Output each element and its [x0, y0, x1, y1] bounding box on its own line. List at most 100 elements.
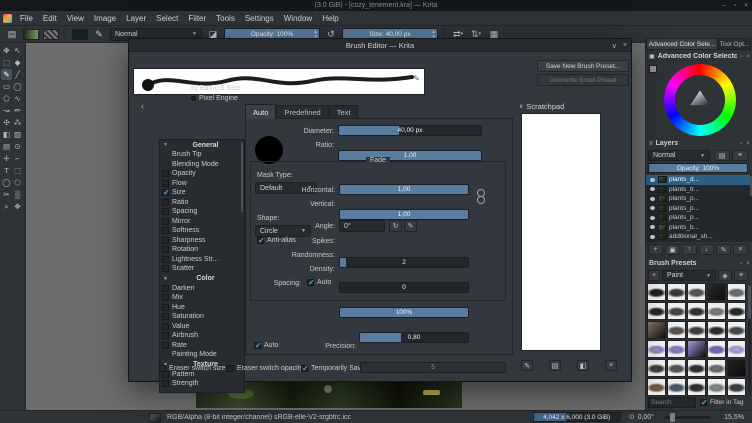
- layer-row[interactable]: plants_tr...: [646, 185, 750, 195]
- brush-preset-thumbnail[interactable]: [647, 302, 666, 320]
- rotation-icon[interactable]: ⊙: [629, 413, 635, 421]
- polygonal-selection-tool[interactable]: ⬡: [12, 177, 23, 188]
- save-new-preset-button[interactable]: Save New Brush Preset...: [537, 60, 629, 72]
- option-saturation[interactable]: Saturation: [160, 312, 244, 322]
- assistants-tool[interactable]: ✛: [1, 153, 12, 164]
- layer-options-icon[interactable]: ≡: [732, 150, 748, 161]
- visibility-icon[interactable]: [648, 195, 656, 203]
- option-mix[interactable]: Mix: [160, 293, 244, 303]
- option-strength[interactable]: Strength: [160, 379, 244, 389]
- option-checkbox[interactable]: [162, 265, 169, 273]
- gradient-tool[interactable]: ▨: [12, 129, 23, 140]
- checkbox-icon[interactable]: [301, 364, 309, 373]
- options-section-color[interactable]: ▼ Color: [160, 274, 244, 284]
- brush-preset-thumbnail[interactable]: [687, 321, 706, 339]
- chevron-down-icon[interactable]: ∨: [612, 42, 617, 50]
- gradient-swatch[interactable]: [23, 28, 39, 40]
- minimize-icon[interactable]: –: [722, 1, 726, 10]
- brush-preset-thumbnail[interactable]: [687, 359, 706, 377]
- maximize-icon[interactable]: ▫: [734, 1, 736, 10]
- visibility-icon[interactable]: [648, 223, 656, 231]
- option-checkbox[interactable]: [162, 170, 169, 178]
- brush-preset-thumbnail[interactable]: [647, 340, 666, 358]
- blend-mode-dropdown[interactable]: Normal ▼: [648, 150, 710, 161]
- ellipse-tool[interactable]: ◯: [12, 81, 23, 92]
- gradient-edit-tool[interactable]: ◆: [12, 57, 23, 68]
- move-tool[interactable]: ↖: [12, 45, 23, 56]
- brush-preset-thumbnail[interactable]: [707, 359, 726, 377]
- tab-advanced-color-selector[interactable]: Advanced Color Sele...: [646, 38, 718, 50]
- option-size[interactable]: Size: [160, 188, 244, 198]
- duplicate-layer-button[interactable]: ▣: [665, 244, 680, 255]
- antialias-checkbox[interactable]: Anti-alias: [257, 236, 296, 245]
- options-section-general[interactable]: ▼ General: [160, 140, 244, 150]
- brush-preset-thumbnail[interactable]: [667, 302, 686, 320]
- brush-icon[interactable]: ✎: [92, 28, 106, 41]
- brush-preset-thumbnail[interactable]: [727, 340, 746, 358]
- link-values-icon[interactable]: [475, 187, 485, 207]
- option-checkbox[interactable]: [162, 303, 169, 311]
- option-checkbox[interactable]: [162, 255, 169, 263]
- option-blending-mode[interactable]: Blending Mode: [160, 160, 244, 170]
- option-checkbox[interactable]: [162, 188, 170, 197]
- menu-file[interactable]: File: [15, 13, 38, 24]
- spacing-slider[interactable]: 0,80: [359, 332, 469, 343]
- text-tool[interactable]: T: [1, 165, 12, 176]
- foreground-color-swatch[interactable]: [72, 28, 88, 40]
- rotation-value[interactable]: 0,00°: [638, 414, 654, 421]
- checkbox-icon[interactable]: [254, 341, 262, 350]
- option-checkbox[interactable]: [162, 179, 169, 187]
- option-lightness-str[interactable]: Lightness Str...: [160, 255, 244, 265]
- tag-icon[interactable]: ◈: [718, 270, 732, 281]
- brush-preset-thumbnail[interactable]: [647, 283, 666, 301]
- menu-window[interactable]: Window: [279, 13, 317, 24]
- brush-preset-thumbnail[interactable]: [667, 359, 686, 377]
- eraser-switch-opacity-checkbox[interactable]: Eraser switch opacity: [227, 365, 303, 372]
- color-selector-header[interactable]: ▣ Advanced Color Selector ▫ ×: [646, 51, 752, 62]
- density-slider[interactable]: 100%: [339, 307, 469, 318]
- menu-filter[interactable]: Filter: [183, 13, 211, 24]
- brush-preset-thumbnail[interactable]: [687, 378, 706, 396]
- menu-tools[interactable]: Tools: [211, 13, 240, 24]
- option-checkbox[interactable]: [162, 198, 169, 206]
- zoom-slider[interactable]: [664, 412, 710, 422]
- scratchpad-header[interactable]: ∨ Scratchpad: [519, 102, 564, 111]
- layer-row[interactable]: plants_p...: [646, 204, 750, 214]
- brush-preset-thumbnail[interactable]: [707, 302, 726, 320]
- option-scatter[interactable]: Scatter: [160, 264, 244, 274]
- option-rotation[interactable]: Rotation: [160, 245, 244, 255]
- brush-preset-thumbnail[interactable]: [647, 321, 666, 339]
- brush-preset-thumbnail[interactable]: [667, 340, 686, 358]
- brush-preset-thumbnail[interactable]: [727, 321, 746, 339]
- color-wheel[interactable]: [664, 64, 736, 136]
- layer-row[interactable]: additional_sh...: [646, 232, 750, 242]
- option-brush-tip[interactable]: Brush Tip: [160, 150, 244, 160]
- checkbox-icon[interactable]: [159, 365, 166, 372]
- brush-preset-thumbnail[interactable]: [667, 378, 686, 396]
- paint-icon[interactable]: ✎: [521, 360, 533, 371]
- brush-preset-thumbnail[interactable]: [687, 302, 706, 320]
- layer-row[interactable]: plants_d...: [646, 175, 750, 185]
- randomness-slider[interactable]: 0: [339, 282, 469, 293]
- option-softness[interactable]: Softness: [160, 226, 244, 236]
- menu-image[interactable]: Image: [89, 13, 121, 24]
- checkbox-icon[interactable]: [227, 365, 234, 372]
- vertical-slider[interactable]: 1,00: [339, 209, 469, 220]
- option-opacity[interactable]: Opacity: [160, 169, 244, 179]
- option-value[interactable]: Value: [160, 322, 244, 332]
- fill-tool[interactable]: ◧: [1, 129, 12, 140]
- brush-preset-thumbnail[interactable]: [727, 283, 746, 301]
- brush-preset-thumbnail[interactable]: [667, 283, 686, 301]
- zoom-tool[interactable]: ⌕: [1, 201, 12, 212]
- menu-edit[interactable]: Edit: [38, 13, 62, 24]
- saturation-value-triangle[interactable]: [690, 90, 710, 106]
- brush-presets-header[interactable]: Brush Presets ▫ ×: [646, 258, 752, 269]
- settings-icon[interactable]: ▣: [649, 53, 655, 60]
- contiguous-selection-tool[interactable]: ▒: [12, 189, 23, 200]
- window-titlebar[interactable]: (3.0 GiB) - [cozy_tenement.kra] — Krita …: [0, 0, 752, 11]
- brush-preset-thumbnail[interactable]: [727, 302, 746, 320]
- brush-preset-thumbnail[interactable]: [647, 359, 666, 377]
- fill-background-icon[interactable]: ◧: [577, 360, 589, 371]
- visibility-icon[interactable]: [648, 233, 656, 241]
- layer-row[interactable]: plants_p...: [646, 194, 750, 204]
